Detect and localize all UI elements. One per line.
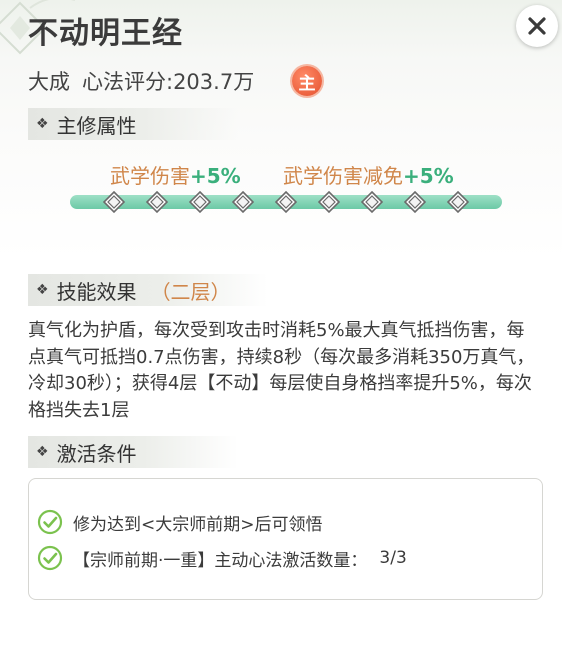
section-main-attr: ❖ 主修属性 (28, 108, 238, 140)
section-title: 主修属性 (56, 113, 137, 138)
bonus-name: 武学伤害 (110, 164, 190, 188)
section-title: 技能效果 (56, 279, 137, 304)
page-title: 不动明王经 (28, 16, 183, 51)
gem-icon (404, 191, 426, 213)
close-button[interactable] (516, 5, 558, 47)
section-activation: ❖ 激活条件 (28, 436, 238, 468)
bonus-value: +5% (403, 164, 454, 188)
section-title: 激活条件 (56, 441, 137, 466)
bonus-name: 武学伤害减免 (283, 164, 403, 188)
gem-icon (103, 191, 125, 213)
skill-detail-panel: 不动明王经 大成 心法评分:203.7万 主 ❖ 主修属性 武学伤害+5% 武学… (0, 0, 562, 665)
condition-item: 修为达到<大宗师前期>后可领悟 (37, 507, 323, 537)
condition-item: 【宗师前期·一重】主动心法激活数量： 3/3 (37, 543, 407, 573)
check-circle-icon (37, 545, 63, 571)
rank-label: 大成 (28, 70, 70, 94)
gem-icon (146, 191, 168, 213)
gem-icon (447, 191, 469, 213)
diamond-bullet-icon: ❖ (36, 116, 49, 132)
bonus-value: +5% (190, 164, 241, 188)
condition-box: 修为达到<大宗师前期>后可领悟 【宗师前期·一重】主动心法激活数量： 3/3 (28, 478, 543, 600)
bonus-item: 武学伤害减免+5% (283, 160, 454, 188)
gem-icon (232, 191, 254, 213)
gem-icon (189, 191, 211, 213)
gem-icon (275, 191, 297, 213)
check-circle-icon (37, 509, 63, 535)
close-icon (528, 17, 546, 35)
skill-level: （二层） (150, 279, 231, 304)
diamond-bullet-icon: ❖ (36, 444, 49, 460)
bonus-item: 武学伤害+5% (110, 160, 241, 188)
condition-count: 3/3 (379, 548, 407, 568)
main-badge: 主 (292, 66, 322, 96)
condition-text: 【宗师前期·一重】主动心法激活数量： (73, 550, 368, 571)
gem-icon (318, 191, 340, 213)
skill-summary: 大成 心法评分:203.7万 (28, 66, 254, 96)
condition-text: 修为达到<大宗师前期>后可领悟 (73, 514, 323, 535)
section-skill-effect: ❖ 技能效果 （二层） (28, 274, 268, 306)
gem-icon (361, 191, 383, 213)
score-label: 心法评分:203.7万 (82, 70, 255, 94)
diamond-bullet-icon: ❖ (36, 282, 49, 298)
skill-description: 真气化为护盾，每次受到攻击时消耗5%最大真气抵挡伤害，每点真气可抵挡0.7点伤害… (28, 320, 535, 421)
